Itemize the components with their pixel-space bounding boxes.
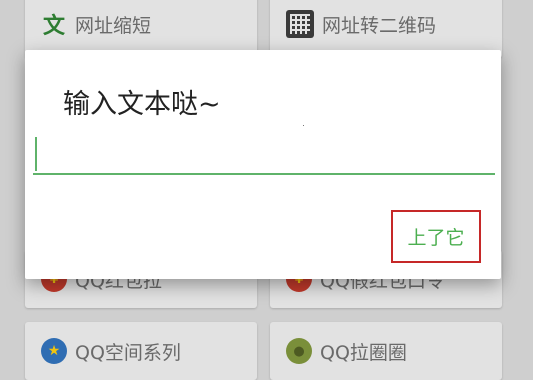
stray-dot <box>303 125 304 126</box>
text-input[interactable] <box>33 135 495 175</box>
dialog-title: 输入文本哒~ <box>63 89 221 120</box>
text-input-dialog: 输入文本哒~ 上了它 <box>25 50 501 279</box>
text-cursor <box>35 137 37 171</box>
submit-button[interactable]: 上了它 <box>391 210 481 263</box>
